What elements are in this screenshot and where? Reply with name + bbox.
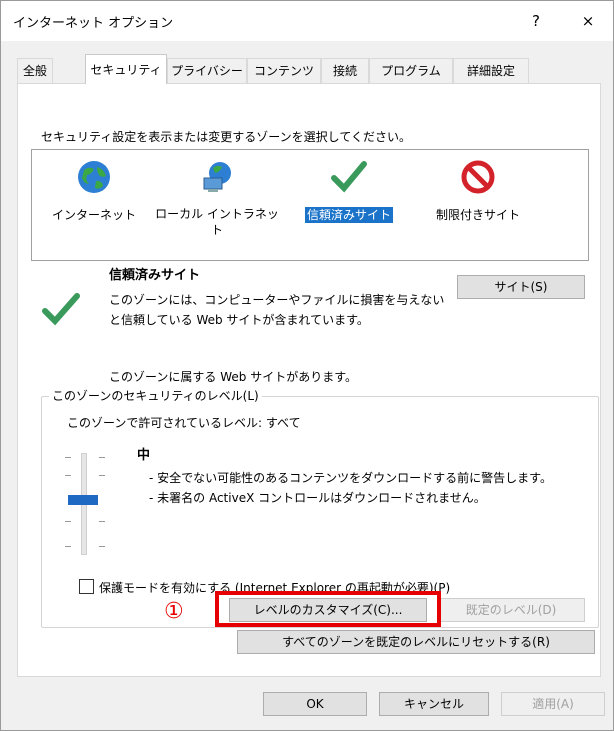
slider-tick xyxy=(65,546,71,547)
security-level-slider-thumb[interactable] xyxy=(68,495,98,505)
zone-label: 信頼済みサイト xyxy=(304,207,393,223)
apply-button[interactable]: 適用(A) xyxy=(501,692,605,716)
prohibited-icon xyxy=(459,158,497,196)
zone-name: 信頼済みサイト xyxy=(109,268,201,283)
slider-tick xyxy=(99,475,105,476)
window-title: インターネット オプション xyxy=(13,16,174,31)
tab-content[interactable]: コンテンツ xyxy=(247,58,321,83)
title-bar: インターネット オプション ? × xyxy=(1,1,613,41)
zone-label: 制限付きサイト xyxy=(435,208,520,222)
sites-button[interactable]: サイト(S) xyxy=(457,275,585,299)
globe-icon xyxy=(75,158,113,196)
allowed-level-text: このゾーンで許可されているレベル: すべて xyxy=(67,416,301,430)
help-button[interactable]: ? xyxy=(521,9,551,33)
zone-instruction: セキュリティ設定を表示または変更するゾーンを選択してください。 xyxy=(41,130,411,144)
zone-description-2: と信頼している Web サイトが含まれています。 xyxy=(109,313,369,327)
zone-internet[interactable]: インターネット xyxy=(46,158,142,223)
trusted-sites-check-icon xyxy=(41,291,81,331)
zone-trusted-sites[interactable]: 信頼済みサイト xyxy=(294,158,404,223)
cancel-button[interactable]: キャンセル xyxy=(379,692,489,716)
internet-options-dialog: インターネット オプション ? × 全般 セキュリティ プライバシー コンテンツ… xyxy=(0,0,614,731)
tab-privacy[interactable]: プライバシー xyxy=(167,58,247,83)
security-level-group-title: このゾーンのセキュリティのレベル(L) xyxy=(49,387,262,404)
annotation-marker: ① xyxy=(164,599,184,624)
tab-programs[interactable]: プログラム xyxy=(369,58,453,83)
tab-connections[interactable]: 接続 xyxy=(321,58,369,83)
protected-mode-checkbox[interactable] xyxy=(79,579,94,594)
zone-local-intranet[interactable]: ローカル イントラネット xyxy=(152,158,282,238)
check-icon xyxy=(330,158,368,196)
slider-tick xyxy=(65,521,71,522)
slider-tick xyxy=(99,521,105,522)
slider-tick xyxy=(65,475,71,476)
zone-list: インターネット ローカル イントラネット 信頼済みサイト 制限付きサイト xyxy=(31,149,589,261)
slider-tick xyxy=(99,546,105,547)
slider-tick xyxy=(99,457,105,458)
close-button[interactable]: × xyxy=(573,9,603,33)
zone-description-1: このゾーンには、コンピューターやファイルに損害を与えない xyxy=(109,293,445,307)
default-level-button[interactable]: 既定のレベル(D) xyxy=(437,598,585,622)
zone-restricted-sites[interactable]: 制限付きサイト xyxy=(422,158,534,223)
tab-general[interactable]: 全般 xyxy=(17,58,53,83)
zone-label: ローカル イントラネット xyxy=(155,207,279,237)
highlight-box xyxy=(215,591,441,627)
zone-sites-note: このゾーンに属する Web サイトがあります。 xyxy=(109,370,357,384)
level-bullet-2: - 未署名の ActiveX コントロールはダウンロードされません。 xyxy=(149,491,486,505)
level-name: 中 xyxy=(137,448,151,463)
ok-button[interactable]: OK xyxy=(263,692,367,716)
intranet-icon xyxy=(198,158,236,196)
level-bullet-1: - 安全でない可能性のあるコンテンツをダウンロードする前に警告します。 xyxy=(149,471,552,485)
tab-security[interactable]: セキュリティ xyxy=(85,54,167,84)
tab-advanced[interactable]: 詳細設定 xyxy=(453,58,529,83)
reset-all-zones-button[interactable]: すべてのゾーンを既定のレベルにリセットする(R) xyxy=(237,630,595,654)
slider-tick xyxy=(65,457,71,458)
zone-label: インターネット xyxy=(51,208,136,222)
